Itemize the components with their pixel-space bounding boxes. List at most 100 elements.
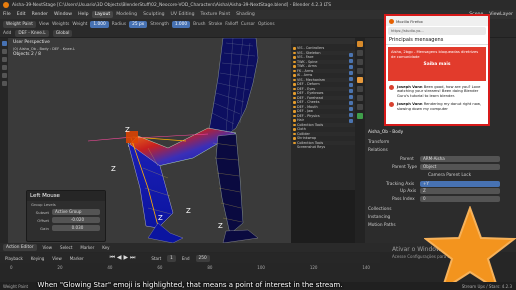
timeline-view-menu-2[interactable]: View xyxy=(50,255,64,262)
gradient-tool-icon[interactable] xyxy=(1,73,7,78)
blur-tool-icon[interactable] xyxy=(1,49,7,54)
menu-render[interactable]: Render xyxy=(29,12,51,17)
collection-icon xyxy=(293,137,296,140)
visibility-check-icon[interactable] xyxy=(349,52,353,57)
up-axis-field[interactable]: Z xyxy=(420,188,500,194)
transform-orientation[interactable]: Global xyxy=(52,29,73,37)
timeline-select-menu[interactable]: Select xyxy=(58,244,74,251)
options-menu[interactable]: Options xyxy=(258,22,275,27)
visibility-check-icon[interactable] xyxy=(349,106,353,111)
menu-help[interactable]: Help xyxy=(75,12,91,17)
visibility-check-icon[interactable] xyxy=(349,100,353,105)
chat-heading[interactable]: Principais mensagens xyxy=(386,36,488,45)
section-collections[interactable]: Collections xyxy=(368,207,392,212)
workspace-tab-texture-paint[interactable]: Texture Paint xyxy=(198,11,234,18)
data-tab-icon[interactable] xyxy=(357,113,363,119)
playback-menu[interactable]: Playback xyxy=(3,255,25,262)
tracking-axis-field[interactable]: +Y xyxy=(420,181,500,187)
modifier-tab-icon[interactable] xyxy=(357,86,363,92)
visibility-check-icon[interactable] xyxy=(349,112,353,117)
sample-tool-icon[interactable] xyxy=(1,81,7,86)
browser-url-bar[interactable]: https://studio.yo... xyxy=(388,27,486,35)
parent-type-field[interactable]: Object xyxy=(420,164,500,170)
menu-file[interactable]: File xyxy=(0,12,14,17)
gain-field[interactable]: 0.030 xyxy=(52,225,100,231)
subset-field[interactable]: Active Group xyxy=(52,209,100,215)
torso-mesh xyxy=(207,38,259,139)
action-editor-mode[interactable]: Action Editor xyxy=(3,244,37,251)
learn-more-link[interactable]: Saiba mais xyxy=(391,63,483,68)
workspace-tab-modeling[interactable]: Modeling xyxy=(113,11,140,18)
collection-icon xyxy=(293,56,296,59)
outliner-row-label: DEF - Physics xyxy=(297,113,320,118)
properties-tabs xyxy=(355,38,365,243)
menu-edit[interactable]: Edit xyxy=(14,12,29,17)
object-tab-icon[interactable] xyxy=(357,77,363,83)
timeline-marker-menu-2[interactable]: Marker xyxy=(68,255,86,262)
weights-menu[interactable]: Weights xyxy=(52,22,69,27)
draw-tool-icon[interactable] xyxy=(1,41,7,46)
workspace-tab-sculpting[interactable]: Sculpting xyxy=(140,11,167,18)
workspace-tab-uv-editing[interactable]: UV Editing xyxy=(168,11,198,18)
keying-menu[interactable]: Keying xyxy=(29,255,46,262)
section-relations[interactable]: Relations xyxy=(368,148,388,153)
offset-field[interactable]: -0.020 xyxy=(52,217,100,223)
frame-ruler[interactable]: 0 20 40 60 80 100 120 140 xyxy=(10,265,370,273)
mode-selector[interactable]: Weight Paint xyxy=(3,20,36,28)
visibility-check-icon[interactable] xyxy=(349,88,353,93)
strength-field[interactable]: 1.000 xyxy=(171,20,191,28)
output-tab-icon[interactable] xyxy=(357,59,363,65)
visibility-check-icon[interactable] xyxy=(349,70,353,75)
visibility-check-icon[interactable] xyxy=(349,82,353,87)
viewlayer-selector[interactable]: ViewLayer xyxy=(486,12,516,17)
visibility-check-icon[interactable] xyxy=(349,118,353,123)
stroke-menu[interactable]: Stroke xyxy=(209,22,223,27)
pass-index-field[interactable]: 0 xyxy=(420,196,500,202)
camera-parent-lock-checkbox[interactable]: Camera Parent Lock xyxy=(428,173,471,178)
radius-field[interactable]: 25 px xyxy=(129,20,148,28)
falloff-menu[interactable]: Falloff xyxy=(225,22,238,27)
cursor-menu[interactable]: Cursor xyxy=(241,22,255,27)
objects-label: Objects xyxy=(13,52,30,57)
last-operation-panel[interactable]: Left Mouse Group Levels Subset Active Gr… xyxy=(26,190,106,242)
constraint-tab-icon[interactable] xyxy=(357,104,363,110)
outliner-row-label: VIS - Mechanism xyxy=(297,77,326,82)
section-transform[interactable]: Transform xyxy=(368,140,389,145)
play-controls-icon[interactable]: ⏮ ◀ ▶ ⏭ xyxy=(110,254,136,262)
visibility-check-icon[interactable] xyxy=(349,76,353,81)
objects-count: 2 / 8 xyxy=(31,52,41,57)
timeline-marker-menu[interactable]: Marker xyxy=(78,244,96,251)
view-menu[interactable]: View xyxy=(39,22,49,27)
menu-window[interactable]: Window xyxy=(51,12,75,17)
brush-menu[interactable]: Brush xyxy=(193,22,205,27)
visibility-check-icon[interactable] xyxy=(349,58,353,63)
visibility-check-icon[interactable] xyxy=(349,64,353,69)
timeline-view-menu[interactable]: View xyxy=(41,244,55,251)
tool-tab-icon[interactable] xyxy=(357,41,363,47)
gain-label: Gain xyxy=(40,225,49,231)
scene-tab-icon[interactable] xyxy=(357,68,363,74)
chat-message: Joseph Vann Rendering my donut right now… xyxy=(386,100,488,113)
axis-label-z2: Z xyxy=(111,165,116,173)
average-tool-icon[interactable] xyxy=(1,57,7,62)
parent-field[interactable]: ARM-Aisha xyxy=(420,156,500,162)
section-motion-paths[interactable]: Motion Paths xyxy=(368,223,396,228)
frame-number: 20 xyxy=(57,265,63,270)
workspace-tab-layout[interactable]: Layout xyxy=(91,11,114,18)
visibility-check-icon[interactable] xyxy=(349,94,353,99)
frame-number: 80 xyxy=(207,265,213,270)
section-instancing[interactable]: Instancing xyxy=(368,215,390,220)
properties-object-name[interactable]: Aisha_Ob - Body xyxy=(368,130,403,135)
timeline-key-menu[interactable]: Key xyxy=(100,244,111,251)
end-frame-field[interactable]: 250 xyxy=(195,254,210,262)
physics-tab-icon[interactable] xyxy=(357,95,363,101)
start-frame-field[interactable]: 1 xyxy=(167,254,176,262)
smear-tool-icon[interactable] xyxy=(1,65,7,70)
outliner-footer[interactable]: Screenshot Reys xyxy=(291,145,355,150)
vertex-group-selector[interactable]: DEF - Knee.L xyxy=(15,29,49,37)
last-operation-title[interactable]: Left Mouse xyxy=(27,191,105,201)
render-tab-icon[interactable] xyxy=(357,50,363,56)
weight-field[interactable]: 1.000 xyxy=(90,20,109,28)
add-menu[interactable]: Add xyxy=(3,31,11,36)
workspace-tab-shading[interactable]: Shading xyxy=(233,11,258,18)
